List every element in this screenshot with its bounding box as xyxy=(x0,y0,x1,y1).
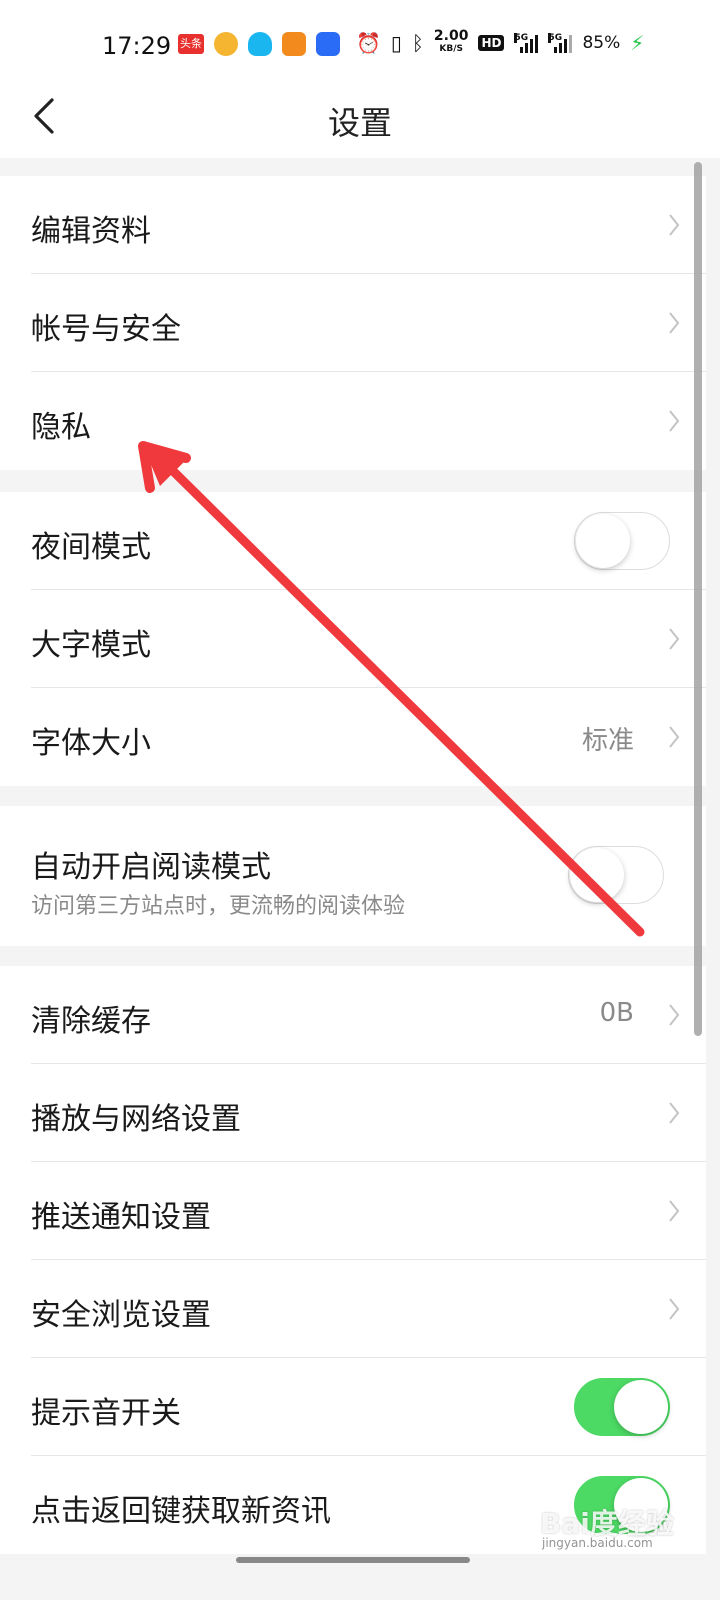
nav-bar: 设置 xyxy=(0,90,720,158)
setting-push-notifications[interactable]: 推送通知设置 xyxy=(0,1162,706,1260)
notification-icons: 头条 xyxy=(178,32,340,56)
watermark-url: jingyan.baidu.com xyxy=(542,1536,653,1550)
setting-notification-sound: 提示音开关 xyxy=(0,1358,706,1456)
setting-font-size[interactable]: 字体大小 标准 xyxy=(0,688,706,786)
setting-label: 大字模式 xyxy=(31,628,151,663)
status-time: 17:29 xyxy=(102,32,172,60)
setting-privacy[interactable]: 隐私 xyxy=(0,372,706,470)
scrollbar[interactable] xyxy=(694,162,702,1036)
chevron-right-icon xyxy=(669,628,680,650)
group-profile: 编辑资料 帐号与安全 隐私 xyxy=(0,176,706,470)
setting-safe-browsing[interactable]: 安全浏览设置 xyxy=(0,1260,706,1358)
group-general: 清除缓存 0B 播放与网络设置 推送通知设置 安全浏览设置 提示音开关 点击返回… xyxy=(0,966,706,1554)
setting-auto-reading-mode: 自动开启阅读模式 访问第三方站点时，更流畅的阅读体验 xyxy=(0,806,706,946)
toutiao-icon: 头条 xyxy=(178,34,204,54)
weibo-icon xyxy=(214,32,238,56)
setting-large-text[interactable]: 大字模式 xyxy=(0,590,706,688)
home-indicator[interactable] xyxy=(236,1557,470,1563)
app-icon xyxy=(316,32,340,56)
group-reading: 自动开启阅读模式 访问第三方站点时，更流畅的阅读体验 xyxy=(0,806,706,946)
setting-label: 播放与网络设置 xyxy=(31,1102,241,1137)
toggle-knob xyxy=(576,514,630,568)
taobao-icon xyxy=(282,32,306,56)
setting-edit-profile[interactable]: 编辑资料 xyxy=(0,176,706,274)
setting-playback-network[interactable]: 播放与网络设置 xyxy=(0,1064,706,1162)
battery-level: 85% xyxy=(582,33,621,53)
chevron-right-icon xyxy=(669,726,680,748)
status-bar: 17:29 头条 ⏰ ▯ ᛒ 2.00 KB/S HD 5G 5G 85% ⚡ xyxy=(0,0,720,90)
setting-value: 标准 xyxy=(581,726,634,756)
chevron-right-icon xyxy=(669,1200,680,1222)
chevron-right-icon xyxy=(669,312,680,334)
setting-clear-cache[interactable]: 清除缓存 0B xyxy=(0,966,706,1064)
alarm-icon: ⏰ xyxy=(356,31,381,55)
qq-icon xyxy=(248,32,272,56)
chevron-right-icon xyxy=(669,214,680,236)
setting-label: 字体大小 xyxy=(31,726,151,761)
toggle-knob xyxy=(570,848,624,902)
chevron-right-icon xyxy=(669,1298,680,1320)
setting-label: 帐号与安全 xyxy=(31,312,181,347)
toggle-knob xyxy=(614,1380,668,1434)
setting-account-security[interactable]: 帐号与安全 xyxy=(0,274,706,372)
setting-label: 推送通知设置 xyxy=(31,1200,211,1235)
setting-label: 安全浏览设置 xyxy=(31,1298,211,1333)
setting-night-mode: 夜间模式 xyxy=(0,492,706,590)
page-title: 设置 xyxy=(327,104,392,142)
bluetooth-icon: ᛒ xyxy=(411,31,424,55)
chevron-right-icon xyxy=(669,1004,680,1026)
notification-sound-toggle[interactable] xyxy=(574,1378,670,1436)
vibrate-icon: ▯ xyxy=(390,31,402,55)
signal-icon: 5G xyxy=(514,33,539,53)
setting-label: 清除缓存 xyxy=(31,1004,151,1039)
signal-icon-2: 5G xyxy=(548,33,573,53)
system-icons: ⏰ ▯ ᛒ 2.00 KB/S HD 5G 5G 85% ⚡ xyxy=(356,28,645,56)
net-speed: 2.00 KB/S xyxy=(433,28,469,54)
group-display: 夜间模式 大字模式 字体大小 标准 xyxy=(0,492,706,786)
baidu-watermark: Bai度经验 jingyan.baidu.com xyxy=(540,1507,674,1550)
setting-label: 编辑资料 xyxy=(31,214,151,249)
setting-label: 提示音开关 xyxy=(31,1396,181,1431)
setting-value: 0B xyxy=(599,998,634,1028)
charging-icon: ⚡ xyxy=(630,31,645,55)
setting-label: 点击返回键获取新资讯 xyxy=(31,1494,331,1529)
auto-reading-mode-toggle[interactable] xyxy=(568,846,664,904)
setting-description: 访问第三方站点时，更流畅的阅读体验 xyxy=(31,894,406,919)
chevron-right-icon xyxy=(669,410,680,432)
setting-label: 自动开启阅读模式 xyxy=(31,850,271,885)
hd-badge: HD xyxy=(478,35,505,51)
setting-label: 夜间模式 xyxy=(31,530,151,565)
setting-label: 隐私 xyxy=(31,410,91,445)
night-mode-toggle[interactable] xyxy=(574,512,670,570)
chevron-right-icon xyxy=(669,1102,680,1124)
